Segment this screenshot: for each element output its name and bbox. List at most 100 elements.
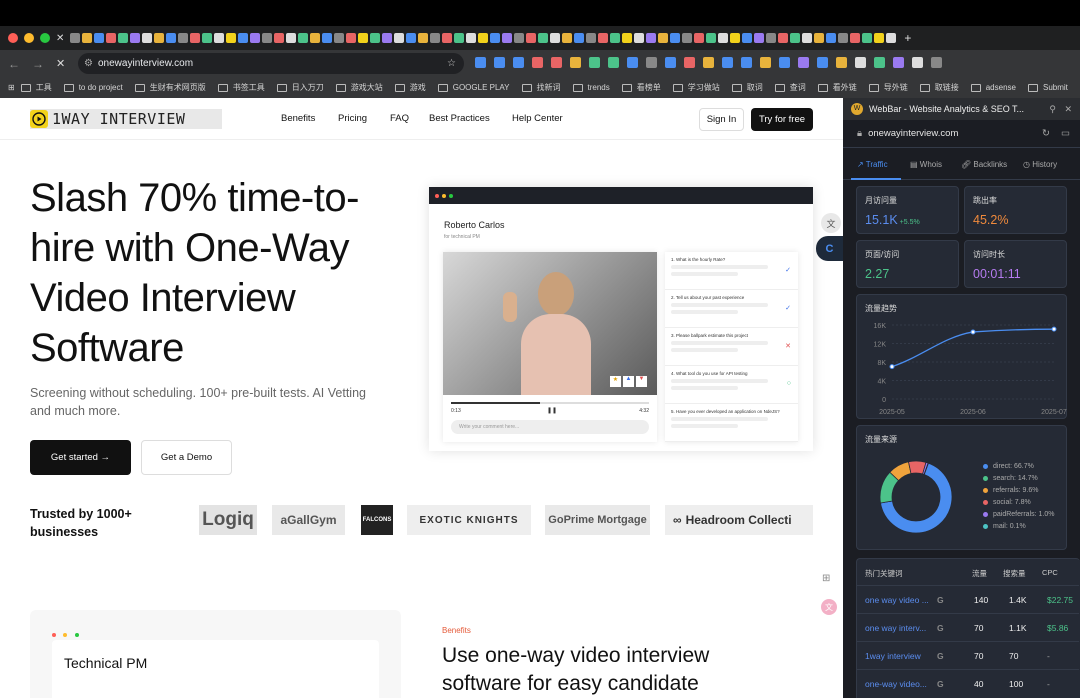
extension-icon[interactable] (532, 57, 543, 68)
new-tab-icon[interactable]: + (904, 31, 911, 45)
tab-favicon-icon[interactable] (94, 33, 105, 43)
extension-icon[interactable] (760, 57, 771, 68)
reaction-buttons[interactable]: ★ ▲ ▼ (608, 376, 647, 387)
bookmark-item[interactable]: 书签工具 (217, 82, 265, 93)
tab-favicon-icon[interactable] (658, 33, 669, 43)
translate-icon[interactable]: 文 (821, 213, 841, 233)
minimize-window-dot[interactable] (24, 33, 34, 43)
tab-favicon-icon[interactable] (526, 33, 537, 43)
tab-favicon-icon[interactable] (238, 33, 249, 43)
tab-favicon-icon[interactable] (298, 33, 309, 43)
apps-grid-icon[interactable]: ⊞ (8, 83, 15, 92)
tab-history[interactable]: ◷ History (1023, 160, 1057, 169)
tab-favicon-icon[interactable] (742, 33, 753, 43)
tab-favicon-icon[interactable] (562, 33, 573, 43)
tab-favicon-icon[interactable] (538, 33, 549, 43)
nav-benefits[interactable]: Benefits (281, 113, 315, 124)
try-free-button[interactable]: Try for free (751, 108, 813, 131)
stop-icon[interactable]: ✕ (56, 57, 65, 70)
nav-faq[interactable]: FAQ (390, 113, 409, 124)
tab-favicon-icon[interactable] (346, 33, 357, 43)
pause-icon[interactable]: ❚❚ (547, 407, 557, 414)
extension-icons[interactable] (475, 57, 950, 68)
tab-favicon-icon[interactable] (790, 33, 801, 43)
tab-favicon-icon[interactable] (694, 33, 705, 43)
site-logo[interactable]: 1WAY INTERVIEW (30, 109, 222, 129)
tab-favicon-icon[interactable] (178, 33, 189, 43)
extension-icon[interactable] (608, 57, 619, 68)
tab-favicon-icon[interactable] (106, 33, 117, 43)
question-item[interactable]: 2. Tell us about your past experience ✓ (665, 290, 798, 328)
tab-favicon-icon[interactable] (394, 33, 405, 43)
bookmark-item[interactable]: 游戏大站 (335, 82, 383, 93)
progress-track[interactable] (451, 402, 649, 404)
bookmark-item[interactable]: 取词 (731, 82, 763, 93)
tab-favicon-icon[interactable] (442, 33, 453, 43)
tab-favicon-icon[interactable] (274, 33, 285, 43)
keyword-link[interactable]: one-way video... (865, 679, 927, 689)
tab-favicon-icon[interactable] (550, 33, 561, 43)
extension-icon[interactable] (475, 57, 486, 68)
tab-favicon-icon[interactable] (718, 33, 729, 43)
tab-favicon-icon[interactable] (70, 33, 81, 43)
pinned-tabs[interactable] (70, 33, 898, 43)
tab-strip[interactable]: ✕ + (0, 26, 1080, 50)
tab-favicon-icon[interactable] (250, 33, 261, 43)
tab-favicon-icon[interactable] (586, 33, 597, 43)
bookmark-item[interactable]: to do project (63, 82, 123, 93)
tab-favicon-icon[interactable] (466, 33, 477, 43)
thumbs-up-icon[interactable]: ▲ (623, 376, 634, 387)
question-item[interactable]: 4. What tool do you use for API testing ○ (665, 366, 798, 404)
tab-favicon-icon[interactable] (358, 33, 369, 43)
tab-favicon-icon[interactable] (190, 33, 201, 43)
tab-favicon-icon[interactable] (202, 33, 213, 43)
comment-input[interactable]: Write your comment here... (451, 420, 649, 434)
keyword-row[interactable]: 1way interview G 70 70 - (857, 641, 1079, 669)
tab-favicon-icon[interactable] (514, 33, 525, 43)
tab-favicon-icon[interactable] (118, 33, 129, 43)
tab-favicon-icon[interactable] (682, 33, 693, 43)
tab-favicon-icon[interactable] (778, 33, 789, 43)
bookmark-item[interactable]: Submit (1027, 82, 1068, 93)
qr-icon[interactable]: ⊞ (822, 573, 830, 584)
extension-icon[interactable] (912, 57, 923, 68)
tab-backlinks[interactable]: 🔗︎ Backlinks (961, 160, 1007, 169)
tab-favicon-icon[interactable] (262, 33, 273, 43)
keyword-link[interactable]: 1way interview (865, 651, 921, 661)
tab-favicon-icon[interactable] (730, 33, 741, 43)
keyword-link[interactable]: one way interv... (865, 623, 926, 633)
nav-help-center[interactable]: Help Center (512, 113, 563, 124)
bookmark-item[interactable]: 工具 (20, 82, 52, 93)
forward-icon[interactable]: → (32, 57, 44, 71)
nav-pricing[interactable]: Pricing (338, 113, 367, 124)
get-started-button[interactable]: Get started → (30, 440, 131, 475)
tab-whois[interactable]: ▤ Whois (910, 160, 942, 169)
extension-icon[interactable] (779, 57, 790, 68)
tab-favicon-icon[interactable] (826, 33, 837, 43)
panel-icon[interactable]: ▭ (1061, 128, 1070, 139)
webbar-close-icon[interactable]: ✕ (1064, 104, 1072, 115)
extension-icon[interactable] (513, 57, 524, 68)
tab-favicon-icon[interactable] (454, 33, 465, 43)
extension-icon[interactable] (646, 57, 657, 68)
extension-icon[interactable] (874, 57, 885, 68)
tab-favicon-icon[interactable] (214, 33, 225, 43)
tab-favicon-icon[interactable] (706, 33, 717, 43)
tab-favicon-icon[interactable] (286, 33, 297, 43)
back-icon[interactable]: ← (8, 57, 20, 71)
tab-favicon-icon[interactable] (670, 33, 681, 43)
extension-icon[interactable] (722, 57, 733, 68)
extension-icon[interactable] (836, 57, 847, 68)
tab-favicon-icon[interactable] (502, 33, 513, 43)
tab-favicon-icon[interactable] (226, 33, 237, 43)
tab-favicon-icon[interactable] (370, 33, 381, 43)
address-bar[interactable]: ⚙ onewayinterview.com ☆ (78, 53, 464, 74)
extension-icon[interactable] (570, 57, 581, 68)
bookmark-item[interactable]: 导外链 (868, 82, 908, 93)
tab-favicon-icon[interactable] (382, 33, 393, 43)
refresh-icon[interactable]: ↻ (1042, 128, 1050, 139)
thumbs-down-icon[interactable]: ▼ (636, 376, 647, 387)
tab-favicon-icon[interactable] (646, 33, 657, 43)
extension-icon[interactable] (494, 57, 505, 68)
tab-favicon-icon[interactable] (802, 33, 813, 43)
